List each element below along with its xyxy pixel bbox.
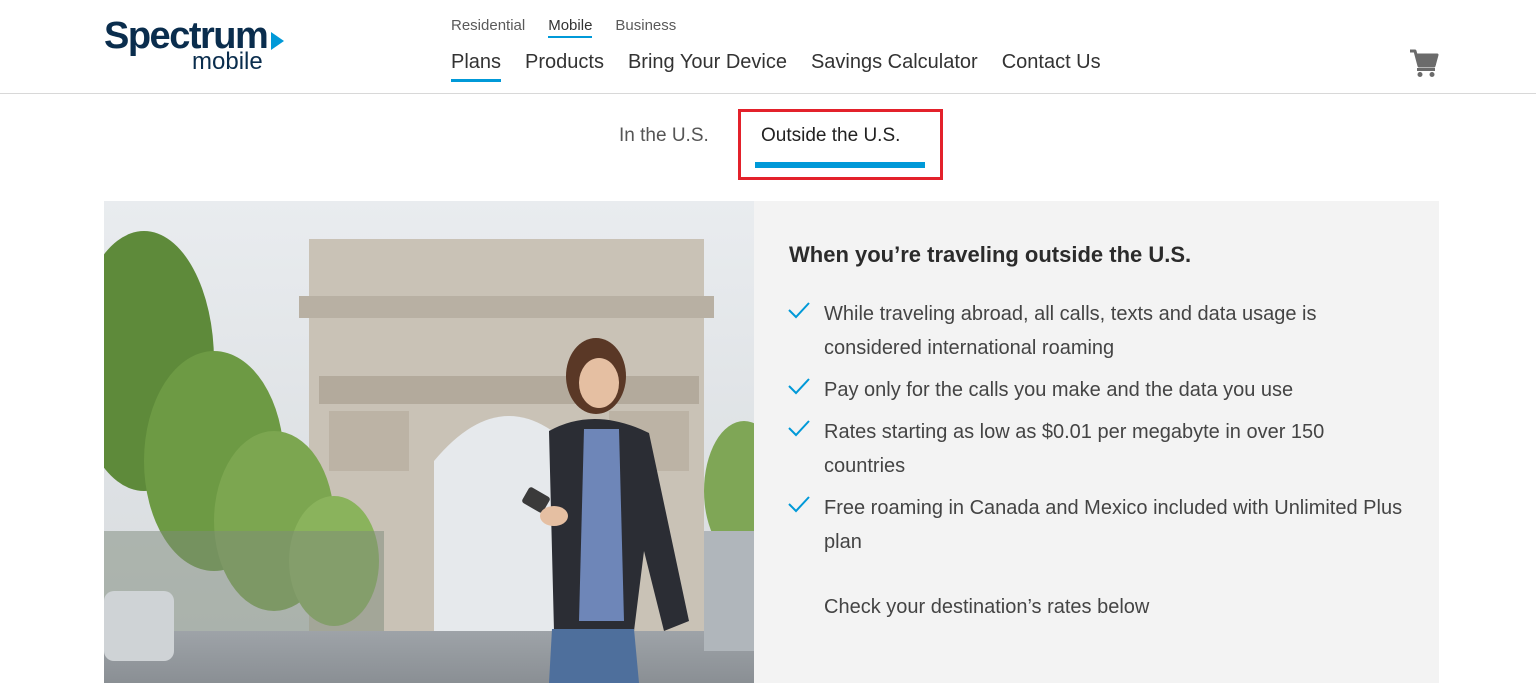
list-item: While traveling abroad, all calls, texts… [788, 297, 1408, 365]
list-item-text: While traveling abroad, all calls, texts… [824, 303, 1317, 359]
list-item: Free roaming in Canada and Mexico includ… [788, 491, 1408, 559]
check-icon [788, 302, 810, 319]
info-panel: When you’re traveling outside the U.S. W… [754, 201, 1439, 683]
list-item: Rates starting as low as $0.01 per megab… [788, 415, 1408, 483]
check-icon [788, 496, 810, 513]
logo-sub-text: mobile [192, 48, 263, 75]
check-icon [788, 420, 810, 437]
segment-nav: Residential Mobile Business [451, 16, 676, 38]
list-item-text: Rates starting as low as $0.01 per megab… [824, 421, 1325, 477]
cart-icon[interactable] [1408, 48, 1440, 78]
tab-outside-the-us-label: Outside the U.S. [761, 125, 901, 146]
segment-mobile-link[interactable]: Mobile [548, 16, 593, 38]
segment-residential-link[interactable]: Residential [451, 16, 525, 38]
list-item-text: Free roaming in Canada and Mexico includ… [824, 497, 1403, 553]
segment-business-link[interactable]: Business [615, 16, 676, 38]
nav-contact-us[interactable]: Contact Us [1002, 48, 1101, 82]
check-icon [788, 378, 810, 395]
spectrum-mobile-logo[interactable]: Spectrum mobile [104, 14, 284, 76]
active-tab-indicator [755, 162, 925, 168]
list-item: Pay only for the calls you make and the … [788, 373, 1408, 407]
nav-savings-calculator[interactable]: Savings Calculator [811, 48, 978, 82]
nav-bring-your-device[interactable]: Bring Your Device [628, 48, 787, 82]
tab-in-the-us[interactable]: In the U.S. [619, 123, 709, 149]
hero-photo [104, 201, 754, 683]
list-item-text: Pay only for the calls you make and the … [824, 379, 1294, 401]
nav-products[interactable]: Products [525, 48, 604, 82]
nav-plans[interactable]: Plans [451, 48, 502, 82]
destination-rates-text: Check your destination’s rates below [824, 596, 1150, 618]
location-tabs: In the U.S. Outside the U.S. [0, 108, 1536, 180]
feature-list: While traveling abroad, all calls, texts… [788, 297, 1408, 567]
logo-arrow-icon [271, 32, 284, 50]
panel-heading: When you’re traveling outside the U.S. [789, 242, 1192, 267]
main-nav: Plans Products Bring Your Device Savings… [451, 48, 1101, 82]
tab-outside-the-us[interactable]: Outside the U.S. [738, 109, 943, 180]
site-header: Spectrum mobile Residential Mobile Busin… [0, 0, 1536, 94]
